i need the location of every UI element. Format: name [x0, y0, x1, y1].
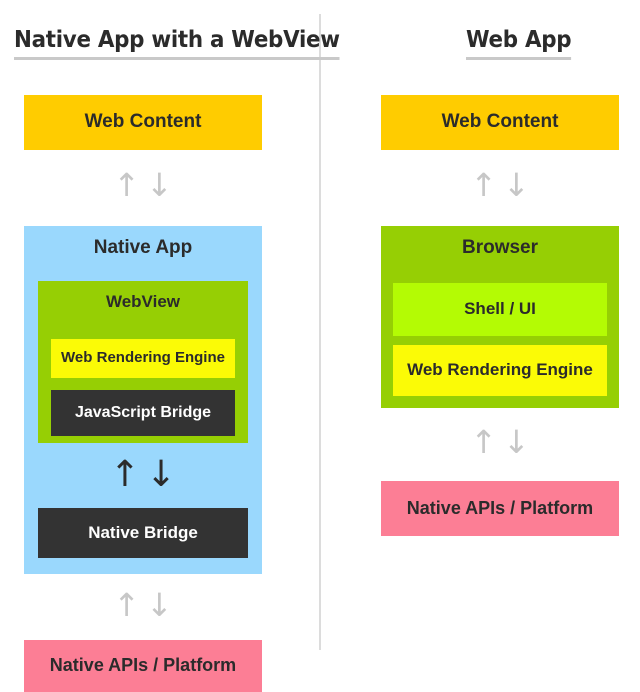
- right-web-rendering-engine-box: Web Rendering Engine: [393, 345, 607, 396]
- right-native-platform-box: Native APIs / Platform: [381, 481, 619, 536]
- architecture-diagram: Native App with a WebView Web Content ↑ …: [0, 0, 640, 692]
- native-bridge-label: Native Bridge: [88, 522, 198, 542]
- webview-label: WebView: [105, 292, 180, 311]
- left-native-platform-label: Native APIs / Platform: [49, 655, 237, 676]
- left-column-native-app-with-webview: Native App with a WebView Web Content ↑ …: [0, 0, 340, 692]
- javascript-bridge-box: JavaScript Bridge: [51, 390, 235, 436]
- arrow-up-icon: ↑: [113, 166, 140, 204]
- arrow-down-icon: ↓: [503, 423, 530, 461]
- native-bridge-box: Native Bridge: [38, 508, 248, 558]
- right-arrows-web-content-to-browser: ↑ ↓: [381, 168, 619, 202]
- left-native-platform-box: Native APIs / Platform: [24, 640, 262, 692]
- arrow-down-icon: ↓: [503, 166, 530, 204]
- right-web-rendering-engine-label: Web Rendering Engine: [407, 360, 593, 380]
- arrow-down-icon: ↓: [146, 454, 177, 495]
- left-web-content-box: Web Content: [24, 95, 262, 150]
- left-web-content-label: Web Content: [84, 111, 202, 133]
- arrow-down-icon: ↓: [146, 586, 173, 624]
- shell-ui-box: Shell / UI: [393, 283, 607, 336]
- native-app-label: Native App: [93, 237, 193, 258]
- left-arrows-webview-to-native-bridge: ↑ ↓: [38, 455, 248, 495]
- left-web-rendering-engine-label: Web Rendering Engine: [61, 349, 225, 367]
- right-column-web-app: Web App Web Content ↑ ↓ Browser Shell / …: [320, 0, 640, 664]
- arrow-up-icon: ↑: [470, 423, 497, 461]
- left-arrows-web-content-to-native-app: ↑ ↓: [24, 168, 262, 202]
- right-web-content-label: Web Content: [441, 111, 559, 133]
- right-arrows-browser-to-platform: ↑ ↓: [381, 425, 619, 459]
- left-column-title: Native App with a WebView: [14, 22, 340, 60]
- right-web-content-box: Web Content: [381, 95, 619, 150]
- arrow-up-icon: ↑: [109, 454, 140, 495]
- javascript-bridge-label: JavaScript Bridge: [74, 404, 212, 422]
- arrow-up-icon: ↑: [470, 166, 497, 204]
- left-web-rendering-engine-box: Web Rendering Engine: [51, 339, 235, 378]
- right-native-platform-label: Native APIs / Platform: [406, 497, 594, 518]
- shell-ui-label: Shell / UI: [464, 299, 536, 319]
- right-column-title: Web App: [466, 22, 572, 60]
- arrow-down-icon: ↓: [146, 166, 173, 204]
- arrow-up-icon: ↑: [113, 586, 140, 624]
- left-arrows-native-app-to-platform: ↑ ↓: [24, 588, 262, 622]
- browser-label: Browser: [461, 237, 539, 258]
